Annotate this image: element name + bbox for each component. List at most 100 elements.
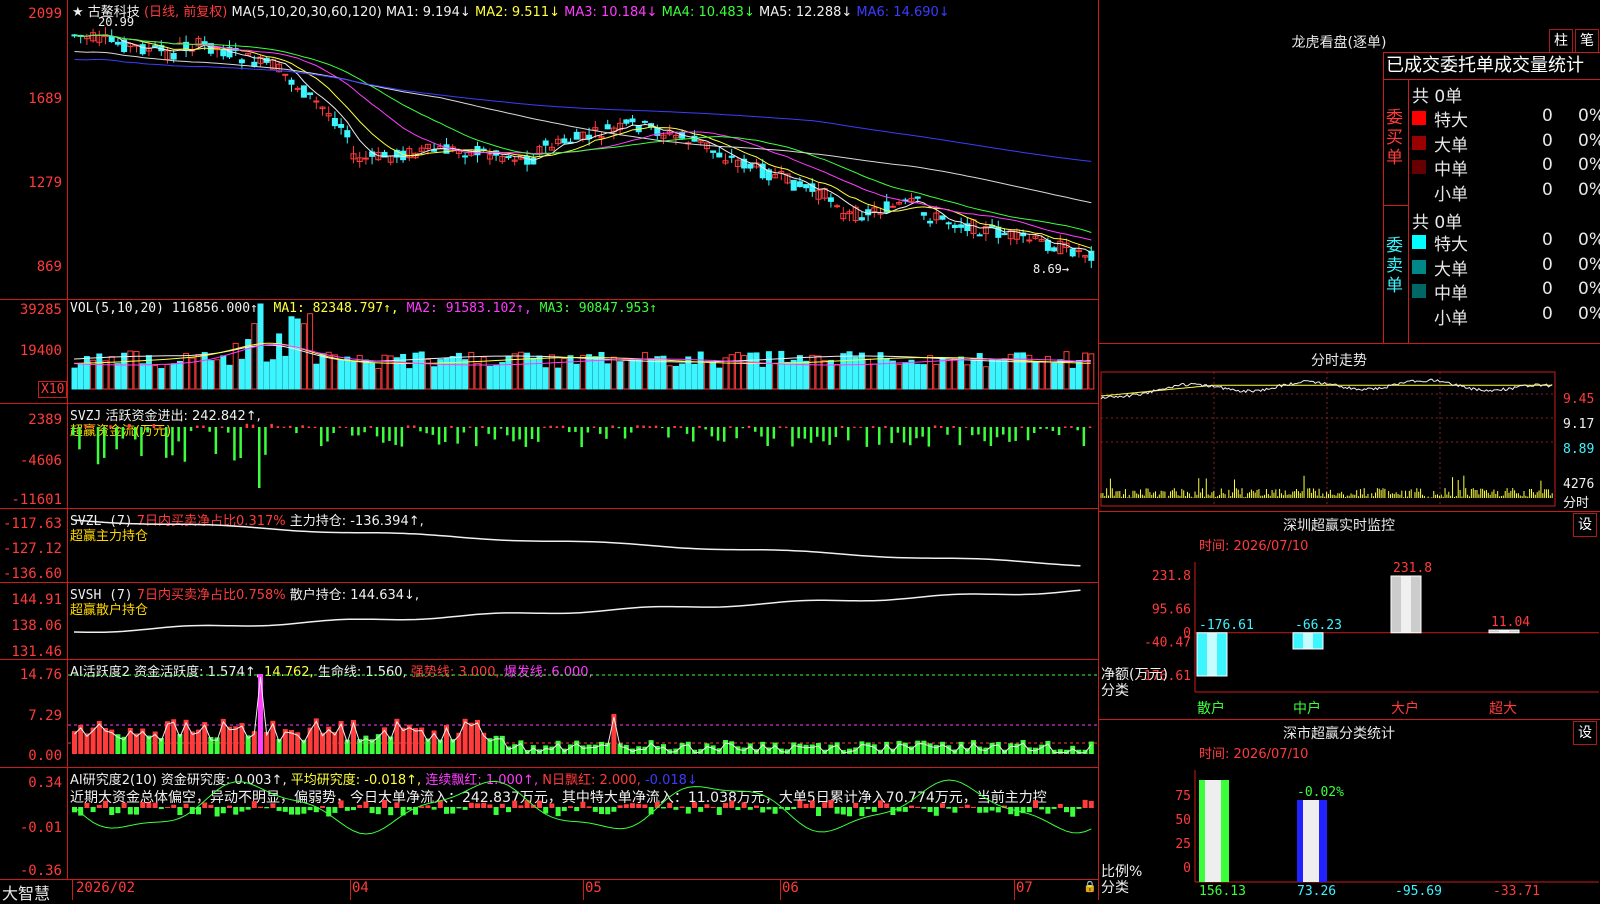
ai-research-chart[interactable] — [68, 767, 1098, 879]
research-bar — [369, 807, 375, 814]
volume-bar — [710, 361, 717, 390]
flow-bar — [530, 427, 534, 440]
intraday-chart[interactable] — [1099, 370, 1559, 510]
flow-bar — [865, 427, 869, 447]
volume-bar — [1051, 362, 1058, 390]
volume-bar — [83, 356, 90, 390]
research-bar — [679, 806, 685, 808]
volume-bar — [338, 360, 345, 390]
ai-activity-chart[interactable] — [68, 659, 1098, 767]
lock-icon[interactable]: 🔒 — [1083, 880, 1097, 893]
research-bar — [499, 803, 505, 808]
flow-bar — [1020, 426, 1024, 428]
volume-bar — [697, 351, 704, 390]
research-bar — [431, 807, 437, 810]
flow-bar — [301, 425, 304, 428]
monitor-settings-button[interactable]: 设 — [1573, 513, 1597, 537]
flow-bar — [834, 427, 838, 437]
candle-body — [958, 224, 965, 228]
sell-row-3-n: 0 — [1542, 303, 1553, 324]
candle-body — [920, 212, 927, 216]
activity-bar — [109, 729, 115, 754]
flow-bar — [871, 426, 875, 428]
research-bar — [518, 805, 524, 808]
monitor-category-label: 中户 — [1293, 700, 1321, 717]
volume-bar — [344, 356, 351, 390]
tick-mode-button[interactable]: 笔 — [1575, 29, 1599, 53]
flow-bar — [735, 427, 738, 439]
research-bar — [109, 807, 115, 815]
flow-bar — [636, 425, 639, 428]
volume-bar — [555, 367, 562, 390]
research-bar — [549, 803, 555, 808]
research-bar — [809, 800, 815, 808]
flow-bar — [890, 427, 893, 444]
price-y-axis: 2099 1689 1279 869 — [28, 6, 62, 275]
classify-value-label: -33.71 — [1493, 884, 1540, 899]
flow-bar — [282, 426, 286, 428]
flow-bar — [307, 426, 311, 428]
volume-bar — [951, 358, 958, 390]
candle-body — [400, 150, 407, 161]
activity-bar — [171, 719, 177, 754]
ratio-bar-chart[interactable]: 7550250-0.02%156.1373.26-95.69-33.71散户中户… — [1099, 760, 1600, 900]
research-bar — [685, 807, 691, 814]
activity-bar — [351, 720, 356, 754]
flow-bar — [518, 427, 521, 440]
flow-bar — [475, 427, 478, 447]
volume-bar — [772, 363, 779, 390]
capital-flow-chart[interactable] — [68, 403, 1098, 508]
candle-body — [238, 59, 245, 64]
volume-bar — [207, 360, 214, 390]
research-bar — [183, 803, 189, 808]
research-bar — [735, 807, 741, 811]
volume-chart[interactable] — [68, 299, 1098, 403]
date-axis: 大智慧 2026/02 04 05 06 07 🔒 — [2, 880, 1097, 903]
flow-bar — [1064, 426, 1067, 428]
volume-bar — [567, 355, 574, 390]
research-bar — [251, 801, 257, 808]
monitor-bar-label: 231.8 — [1393, 561, 1432, 576]
volume-bar — [852, 356, 859, 390]
volume-bar — [226, 364, 233, 390]
research-bar — [995, 807, 1001, 813]
flow-bar — [933, 425, 937, 428]
classify-value-label: 156.13 — [1199, 884, 1246, 899]
net-amount-bar-chart[interactable]: 231.895.660-40.47-176.61-176.61散户-66.23中… — [1099, 552, 1600, 720]
flow-bar — [462, 427, 466, 433]
research-bar — [1082, 799, 1088, 808]
research-bar — [716, 807, 722, 815]
retail-holding-chart[interactable] — [68, 582, 1098, 659]
flow-bar — [710, 427, 714, 437]
volume-bar — [412, 352, 419, 390]
volume-bar — [858, 352, 865, 390]
main-holding-chart[interactable] — [68, 508, 1098, 582]
activity-bar — [685, 741, 691, 754]
flow-bar — [202, 425, 205, 428]
volume-bar — [300, 323, 307, 390]
volume-bar — [356, 354, 363, 390]
volume-bar — [672, 365, 679, 390]
right-panel: 龙虎看盘(逐单) 柱 笔 已成交委托单成交量统计 委买单 共 0单 委卖单 共 … — [1098, 0, 1600, 900]
classify-title: 深市超赢分类统计 — [1283, 726, 1395, 742]
research-bar — [741, 802, 747, 808]
classify-settings-button[interactable]: 设 — [1573, 721, 1597, 745]
activity-bar — [704, 743, 710, 754]
main-chart-area[interactable]: ★ 古鳌科技 (日线, 前复权) MA(5,10,20,30,60,120) M… — [0, 0, 1098, 903]
volume-bar — [939, 358, 946, 390]
flow-bar — [642, 425, 645, 428]
activity-bar — [896, 740, 902, 754]
volume-bar — [933, 363, 940, 390]
volume-bar — [579, 354, 586, 390]
activity-bar — [884, 741, 890, 754]
classify-bar-0-highlight — [1205, 780, 1221, 882]
ai-research-y-axis: 0.34 -0.01 -0.36 — [19, 775, 62, 879]
research-bar — [760, 807, 766, 813]
flow-bar — [90, 425, 94, 428]
dragon-tiger-title: 龙虎看盘(逐单) — [1291, 35, 1387, 51]
sell-row-3-p: 0% — [1578, 303, 1600, 324]
bar-mode-button[interactable]: 柱 — [1549, 29, 1573, 53]
flow-bar — [245, 423, 249, 428]
candlestick-chart[interactable] — [68, 0, 1098, 299]
activity-bar — [723, 740, 728, 754]
